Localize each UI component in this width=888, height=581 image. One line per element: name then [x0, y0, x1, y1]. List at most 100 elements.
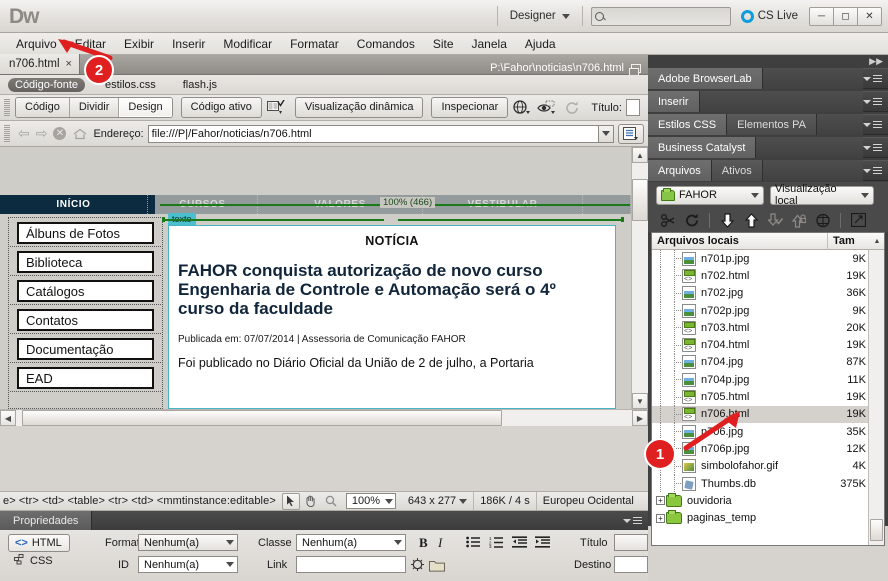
maximize-button[interactable]: ◻ [833, 6, 858, 26]
collapse-panels-icon[interactable]: ▶▶ [648, 55, 888, 68]
view-design-button[interactable]: Design [119, 98, 172, 117]
css-menu-icon[interactable] [863, 121, 882, 128]
panel-tab-inserir[interactable]: Inserir [648, 91, 700, 112]
target-input[interactable] [614, 556, 648, 573]
table-row[interactable]: simbolofahor.gif 4K [652, 457, 868, 475]
inserir-menu-icon[interactable] [863, 98, 882, 105]
scroll-right-arrow[interactable]: ▶ [632, 410, 648, 426]
canvas-vscroll-thumb[interactable] [632, 179, 648, 221]
page-menu-albuns[interactable]: Álbuns de Fotos [10, 222, 161, 247]
property-mode-css[interactable]: CSS [8, 552, 70, 570]
tag-selector[interactable]: e> <tr> <td> <table> <tr> <td> <mmtinsta… [0, 495, 276, 507]
table-row[interactable]: n706.html 19K [652, 405, 868, 423]
bc-menu-icon[interactable] [863, 144, 882, 151]
menu-janela[interactable]: Janela [463, 35, 516, 53]
panel-tab-browserlab[interactable]: Adobe BrowserLab [648, 68, 763, 89]
table-row[interactable]: n705.html 19K [652, 388, 868, 406]
related-file-flash-js[interactable]: flash.js [176, 78, 224, 92]
site-nav-inicio[interactable]: INÍCIO [0, 195, 148, 214]
close-icon[interactable]: × [66, 58, 72, 70]
menu-site[interactable]: Site [424, 35, 463, 53]
synchronize-icon[interactable] [813, 210, 833, 230]
addressbar-grip[interactable] [4, 125, 10, 142]
ordered-list-icon[interactable]: 123 [489, 536, 504, 549]
related-file-source[interactable]: Código-fonte [8, 77, 85, 92]
table-row[interactable]: n704p.jpg 11K [652, 371, 868, 389]
put-files-icon[interactable] [741, 210, 761, 230]
cs-live-button[interactable]: CS Live [740, 9, 798, 23]
table-row[interactable]: n704.html 19K [652, 336, 868, 354]
check-in-icon[interactable] [789, 210, 809, 230]
files-list[interactable]: Arquivos locais Tam ▲ n701p.jpg 9K n702.ht… [651, 232, 885, 546]
address-dropdown-icon[interactable] [599, 124, 614, 143]
scroll-left-arrow[interactable]: ◀ [0, 410, 16, 426]
refresh-icon[interactable] [561, 98, 583, 118]
visual-aids-icon[interactable] [536, 98, 558, 118]
column-header-size[interactable]: Tam [828, 233, 870, 250]
expand-files-icon[interactable] [848, 210, 868, 230]
browserlab-menu-icon[interactable] [863, 75, 882, 82]
table-row[interactable]: n702.jpg 36K [652, 284, 868, 302]
scroll-down-arrow[interactable]: ▼ [632, 393, 648, 409]
table-row[interactable]: n703.html 20K [652, 319, 868, 337]
table-row[interactable]: + ouvidoria [652, 492, 868, 509]
view-select[interactable]: Visualização local [770, 183, 874, 207]
table-row[interactable]: n702.html 19K [652, 267, 868, 285]
workspace-switcher[interactable]: Designer [506, 8, 574, 24]
table-row[interactable]: n704.jpg 87K [652, 353, 868, 371]
unordered-list-icon[interactable] [466, 536, 481, 549]
close-button[interactable]: ✕ [857, 6, 882, 26]
menu-ajuda[interactable]: Ajuda [516, 35, 565, 53]
restore-icon[interactable] [629, 63, 641, 76]
article-editable-region[interactable]: NOTÍCIA FAHOR conquista autorização de n… [168, 225, 616, 409]
menu-exibir[interactable]: Exibir [115, 35, 163, 53]
document-tab-n706[interactable]: n706.html × [0, 54, 80, 74]
panel-tab-estilos-css[interactable]: Estilos CSS [648, 114, 728, 135]
title-field-input[interactable] [625, 99, 640, 116]
italic-button[interactable]: I [438, 535, 442, 551]
panel-tab-elementos-pa[interactable]: Elementos PA [727, 114, 817, 135]
format-select[interactable]: Nenhum(a) [138, 534, 238, 551]
properties-panel-menu-icon[interactable] [623, 517, 642, 524]
indent-icon[interactable] [535, 536, 550, 549]
page-menu-biblioteca[interactable]: Biblioteca [10, 251, 161, 276]
canvas-hscroll-thumb[interactable] [22, 410, 502, 426]
toolbar-grip[interactable] [4, 99, 10, 116]
check-out-icon[interactable] [765, 210, 785, 230]
menu-comandos[interactable]: Comandos [348, 35, 424, 53]
site-select[interactable]: FAHOR [656, 185, 764, 205]
view-code-button[interactable]: Código [16, 98, 70, 117]
table-row[interactable]: n706p.jpg 12K [652, 440, 868, 458]
files-menu-icon[interactable] [863, 167, 882, 174]
menu-formatar[interactable]: Formatar [281, 35, 348, 53]
minimize-button[interactable]: ─ [809, 6, 834, 26]
get-files-icon[interactable] [717, 210, 737, 230]
files-list-scrollbar[interactable] [868, 250, 884, 545]
back-icon[interactable]: ⇦ [18, 125, 30, 142]
menu-arquivo[interactable]: Arquivo [7, 35, 66, 53]
stop-icon[interactable]: ✕ [53, 127, 67, 140]
inspect-button[interactable]: Inspecionar [431, 97, 509, 118]
class-select[interactable]: Nenhum(a) [296, 534, 406, 551]
home-icon[interactable] [73, 128, 87, 140]
panel-tab-business-catalyst[interactable]: Business Catalyst [648, 137, 757, 158]
outdent-icon[interactable] [512, 536, 527, 549]
live-view-button[interactable]: Visualização dinâmica [294, 97, 424, 118]
zoom-tool-icon[interactable] [322, 493, 340, 510]
design-canvas[interactable]: INÍCIO CURSOS VALORES VESTIBULAR 100% (4… [0, 147, 648, 426]
live-view-options-icon[interactable] [265, 98, 287, 118]
page-menu-ead[interactable]: EAD [10, 367, 161, 392]
canvas-horizontal-scrollbar[interactable]: ◀ ▶ [0, 409, 648, 426]
browse-folder-icon[interactable] [428, 557, 445, 574]
menu-modificar[interactable]: Modificar [214, 35, 281, 53]
scroll-up-arrow[interactable]: ▲ [632, 147, 648, 163]
bold-button[interactable]: B [419, 535, 428, 551]
point-to-file-icon[interactable] [409, 556, 426, 573]
sort-ascending-icon[interactable]: ▲ [870, 238, 884, 245]
page-menu-documentacao[interactable]: Documentação [10, 338, 161, 363]
menu-inserir[interactable]: Inserir [163, 35, 214, 53]
window-size-field[interactable]: 643 x 277 [402, 492, 475, 510]
table-row[interactable]: Thumbs.db 375K [652, 475, 868, 492]
expand-icon[interactable]: + [656, 496, 665, 506]
zoom-select[interactable]: 100% [345, 493, 396, 509]
